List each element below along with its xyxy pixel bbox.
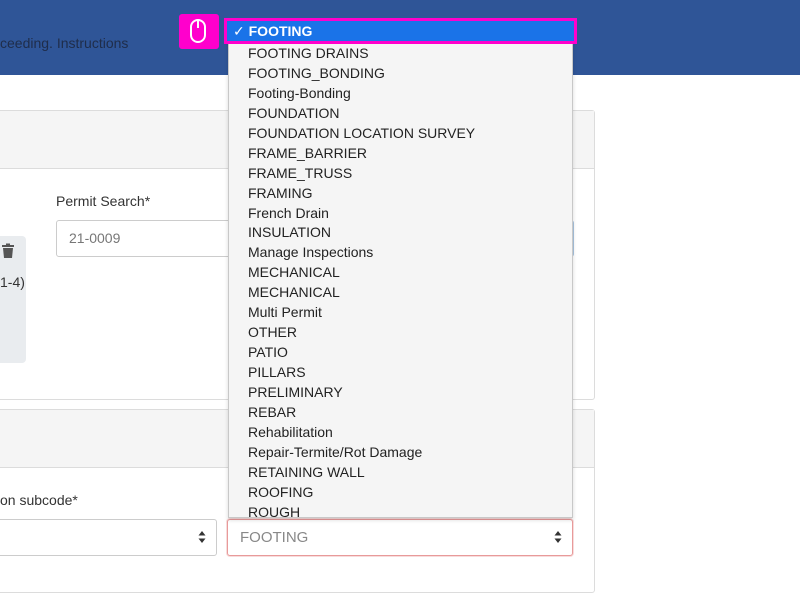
inspection-subcode-select[interactable]: [0, 519, 217, 556]
trash-icon[interactable]: [0, 243, 16, 259]
permit-search-label: Permit Search*: [56, 193, 151, 209]
dropdown-option[interactable]: French Drain: [229, 203, 572, 223]
mouse-icon: [179, 14, 219, 49]
dropdown-option[interactable]: REBAR: [229, 402, 572, 422]
dropdown-option[interactable]: INSULATION: [229, 222, 572, 242]
inspection-type-value: FOOTING: [240, 529, 309, 546]
instructions-text: ceeding. Instructions: [0, 35, 129, 51]
dropdown-option[interactable]: FRAME_TRUSS: [229, 163, 572, 183]
dropdown-option[interactable]: FRAME_BARRIER: [229, 143, 572, 163]
dropdown-option[interactable]: ROOFING: [229, 482, 572, 502]
inspection-type-dropdown: FOOTING DRAINS FOOTING_BONDING Footing-Bon…: [228, 40, 573, 518]
dropdown-option[interactable]: MECHANICAL: [229, 282, 572, 302]
dropdown-option[interactable]: FOUNDATION: [229, 103, 572, 123]
dropdown-option-label: FOOTING: [248, 23, 313, 39]
inspection-type-select[interactable]: FOOTING: [227, 519, 573, 556]
dropdown-option[interactable]: FRAMING: [229, 183, 572, 203]
dropdown-option[interactable]: FOOTING_BONDING: [229, 63, 572, 83]
dropdown-option[interactable]: PILLARS: [229, 362, 572, 382]
inspection-subcode-label: on subcode*: [0, 492, 78, 508]
select-arrows-icon: [554, 531, 562, 543]
dropdown-option[interactable]: Footing-Bonding: [229, 83, 572, 103]
dropdown-option[interactable]: Manage Inspections: [229, 242, 572, 262]
dropdown-option[interactable]: MECHANICAL: [229, 262, 572, 282]
select-arrows-icon: [198, 531, 206, 543]
dropdown-option[interactable]: FOUNDATION LOCATION SURVEY: [229, 123, 572, 143]
permit-search-input[interactable]: 21-0009: [56, 220, 236, 257]
checkmark-icon: ✓: [233, 23, 245, 39]
dropdown-option[interactable]: RETAINING WALL: [229, 462, 572, 482]
dropdown-option[interactable]: ROUGH: [229, 502, 572, 517]
dropdown-option[interactable]: PATIO: [229, 342, 572, 362]
permit-card-text: 1-4): [0, 274, 25, 290]
dropdown-option[interactable]: Multi Permit: [229, 302, 572, 322]
dropdown-option[interactable]: Repair-Termite/Rot Damage: [229, 442, 572, 462]
dropdown-option[interactable]: FOOTING DRAINS: [229, 43, 572, 63]
dropdown-option-selected[interactable]: ✓ FOOTING: [224, 18, 577, 44]
dropdown-option[interactable]: PRELIMINARY: [229, 382, 572, 402]
dropdown-option[interactable]: OTHER: [229, 322, 572, 342]
dropdown-option[interactable]: Rehabilitation: [229, 422, 572, 442]
